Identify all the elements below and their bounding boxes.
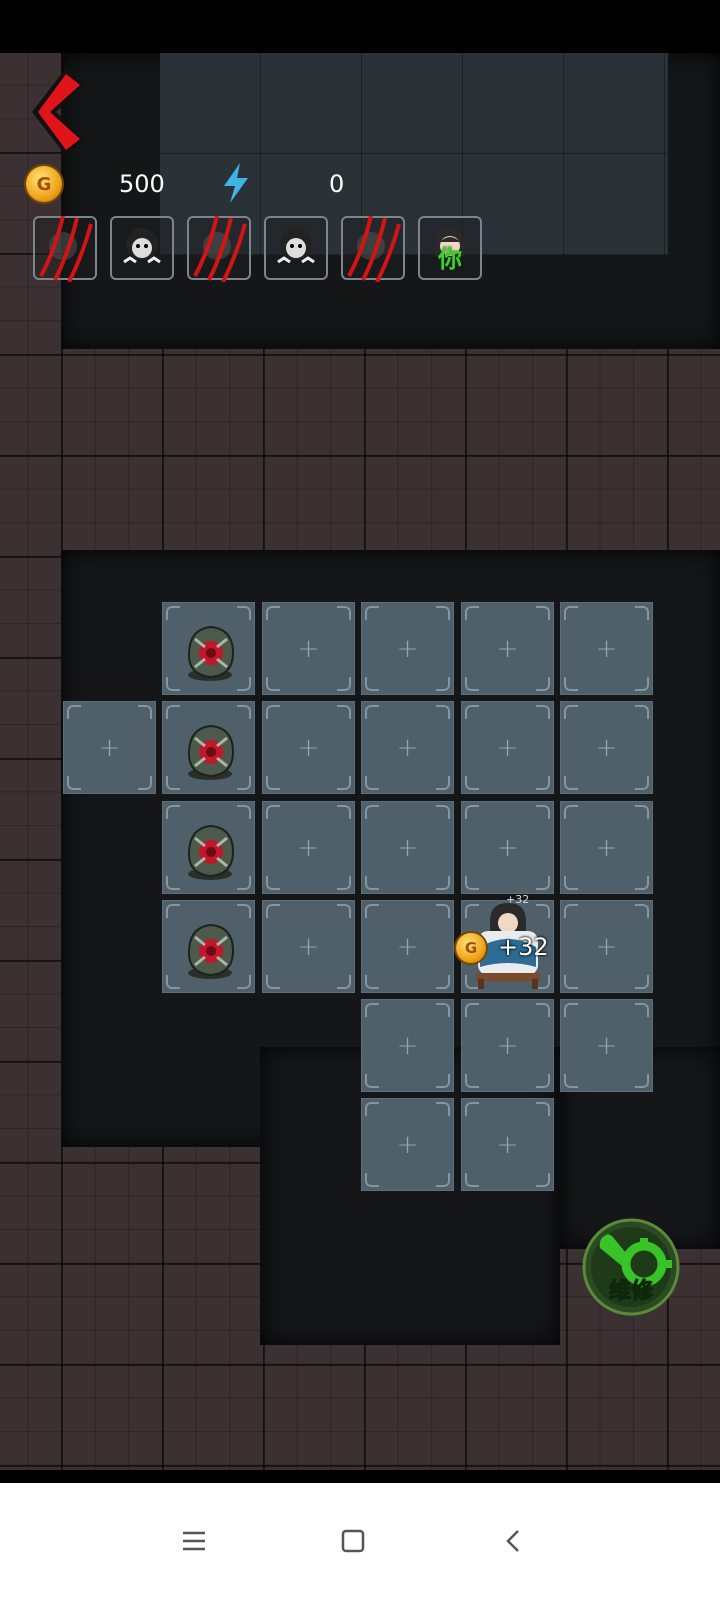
slot-claw-3[interactable] — [341, 215, 405, 282]
plus-icon: + — [496, 1129, 519, 1160]
ghost-portrait-icon — [277, 228, 315, 264]
plus-icon: + — [595, 832, 618, 863]
empty-build-tile[interactable]: + — [461, 1098, 554, 1191]
empty-build-tile[interactable]: + — [461, 801, 554, 894]
empty-build-tile[interactable]: + — [560, 701, 653, 794]
empty-build-tile[interactable]: + — [361, 701, 454, 794]
plus-icon: + — [496, 1030, 519, 1061]
claw-marks-icon — [347, 215, 401, 282]
claw-marks-icon — [193, 215, 247, 282]
turret-tile[interactable] — [162, 701, 255, 794]
player-you-label: 你 — [438, 245, 462, 273]
empty-build-tile[interactable]: + — [262, 701, 355, 794]
empty-build-tile[interactable]: + — [560, 801, 653, 894]
plus-icon: + — [396, 931, 419, 962]
empty-build-tile[interactable]: + — [262, 900, 355, 993]
claw-marks-icon — [39, 215, 93, 282]
plus-icon: + — [396, 1030, 419, 1061]
empty-build-tile[interactable]: + — [63, 701, 156, 794]
slot-claw-2[interactable] — [187, 215, 251, 282]
system-nav-bar — [0, 1483, 720, 1600]
plus-icon: + — [297, 732, 320, 763]
empty-build-tile[interactable]: + — [560, 999, 653, 1092]
slot-ghost-2[interactable] — [264, 216, 328, 280]
empty-build-tile[interactable]: + — [262, 602, 355, 695]
plus-icon: + — [396, 633, 419, 664]
turret-tile[interactable] — [162, 900, 255, 993]
plus-icon: + — [496, 832, 519, 863]
gold-coin-icon: G — [26, 166, 62, 202]
lightning-icon — [224, 163, 248, 203]
plus-icon: + — [595, 1030, 618, 1061]
plus-icon: + — [496, 732, 519, 763]
plus-icon: + — [297, 931, 320, 962]
empty-build-tile[interactable]: + — [560, 602, 653, 695]
empty-build-tile[interactable]: + — [361, 602, 454, 695]
empty-build-tile[interactable]: + — [262, 801, 355, 894]
plus-icon: + — [595, 732, 618, 763]
reward-coin-letter: G — [464, 939, 478, 957]
home-square-icon[interactable] — [333, 1521, 373, 1561]
empty-build-tile[interactable]: + — [461, 602, 554, 695]
repair-button[interactable]: 维修 — [582, 1218, 680, 1316]
coin-letter: G — [36, 173, 52, 195]
back-chevron-icon[interactable] — [494, 1521, 534, 1561]
empty-build-tile[interactable]: + — [461, 701, 554, 794]
ghost-portrait-icon — [123, 228, 161, 264]
reward-coin-icon: G — [456, 933, 486, 963]
turret-icon — [187, 625, 235, 681]
slot-player-you[interactable]: 你 — [418, 216, 482, 280]
plus-icon: + — [595, 633, 618, 664]
energy-value: 0 — [329, 170, 345, 198]
plus-icon: + — [98, 732, 121, 763]
empty-build-tile[interactable]: + — [361, 801, 454, 894]
empty-build-tile[interactable]: + — [361, 1098, 454, 1191]
slot-ghost-1[interactable] — [110, 216, 174, 280]
repair-label: 维修 — [609, 1278, 654, 1304]
slot-claw-1[interactable] — [33, 215, 97, 282]
back-arrow-icon[interactable] — [26, 66, 92, 158]
plus-icon: + — [297, 832, 320, 863]
plus-icon: + — [496, 633, 519, 664]
turret-icon — [187, 923, 235, 979]
plus-icon: + — [297, 633, 320, 664]
turret-tile[interactable] — [162, 602, 255, 695]
empty-build-tile[interactable]: + — [361, 900, 454, 993]
turret-icon — [187, 724, 235, 780]
menu-icon[interactable] — [174, 1521, 214, 1561]
plus-icon: + — [396, 832, 419, 863]
empty-build-tile[interactable]: + — [461, 999, 554, 1092]
reward-small-text: +32 — [506, 893, 530, 906]
turret-tile[interactable] — [162, 801, 255, 894]
turret-icon — [187, 824, 235, 880]
empty-build-tile[interactable]: + — [560, 900, 653, 993]
gold-value: 500 — [119, 170, 165, 198]
plus-icon: + — [396, 732, 419, 763]
plus-icon: + — [396, 1129, 419, 1160]
empty-build-tile[interactable]: + — [361, 999, 454, 1092]
plus-icon: + — [595, 931, 618, 962]
reward-text: +32 — [498, 933, 549, 961]
